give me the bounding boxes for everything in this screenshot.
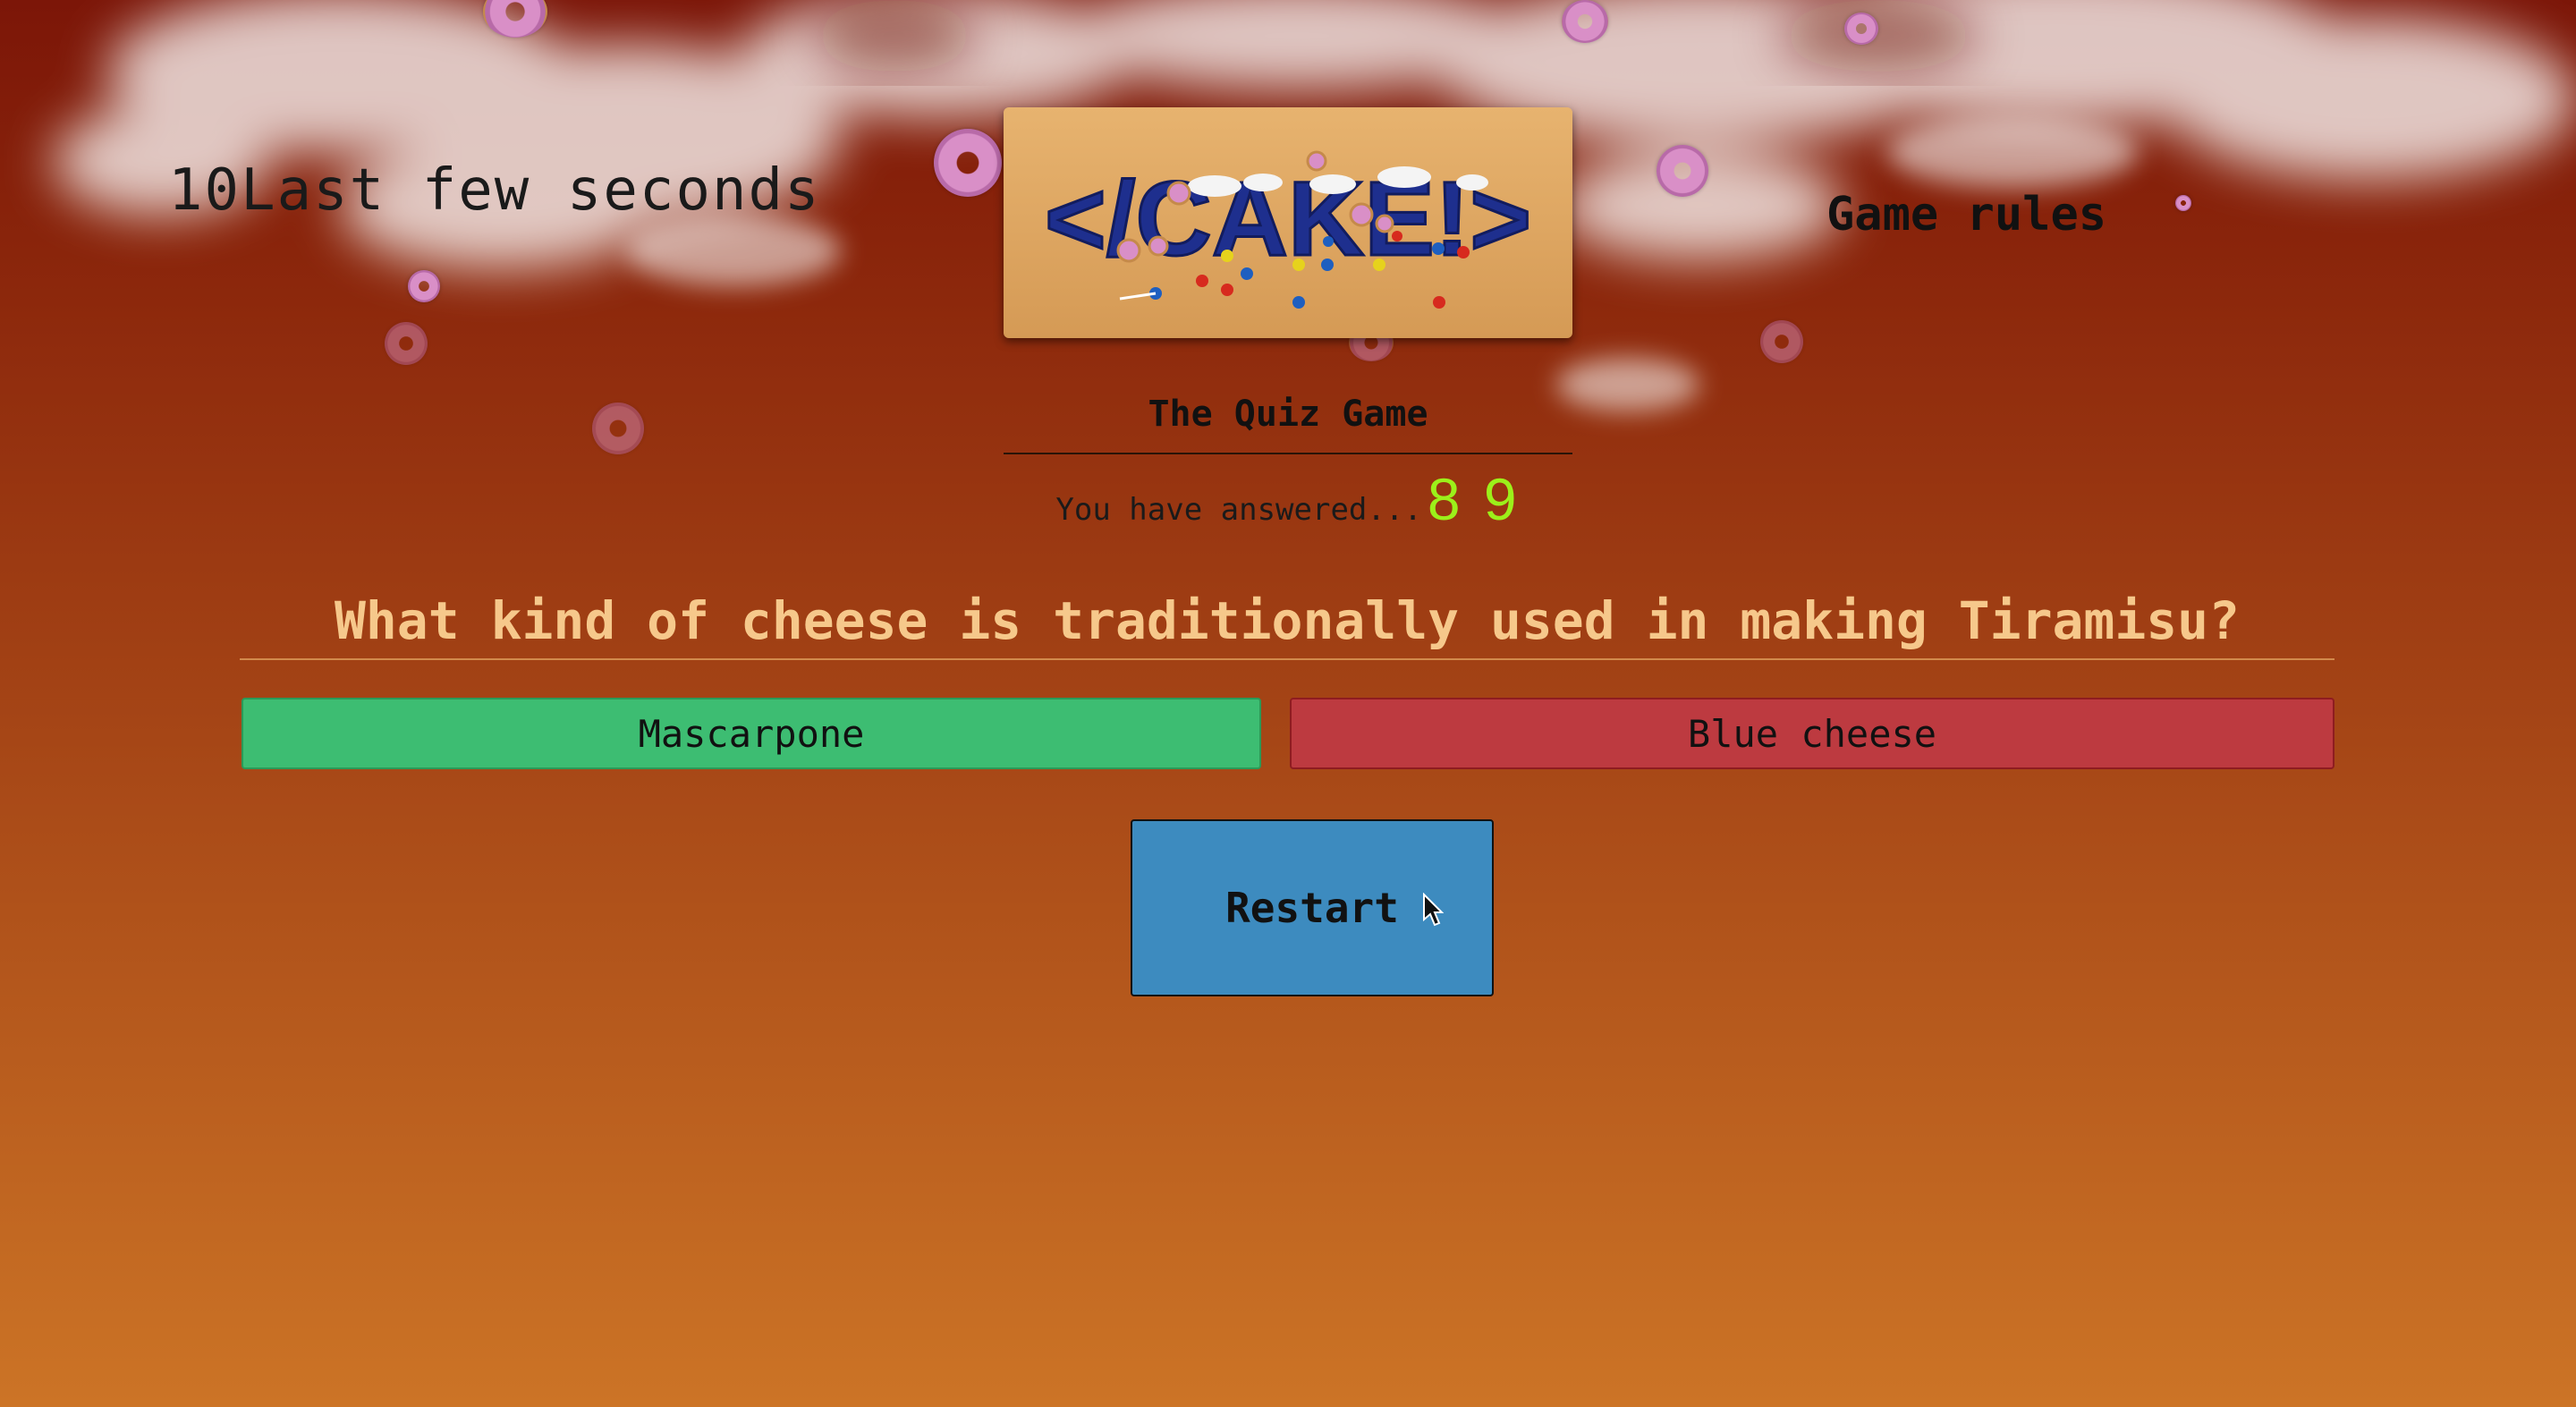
answered-progress: You have answered...8 9 [1004, 465, 1572, 533]
donut-decoration [1657, 145, 1708, 197]
answer-option-correct[interactable]: Mascarpone [242, 698, 1261, 769]
mouse-cursor-icon [1423, 893, 1444, 927]
countdown-timer: 10Last few seconds [168, 157, 821, 224]
donut-decoration [2175, 195, 2191, 211]
timer-seconds: 10 [168, 157, 242, 224]
cake-logo: </CAKE!> [1004, 107, 1572, 338]
cake-logo-image: </CAKE!> [1004, 107, 1572, 338]
donut-decoration [483, 0, 547, 38]
game-rules-link[interactable]: Game rules [1826, 188, 2106, 242]
logo-text: </CAKE!> [1045, 160, 1531, 278]
game-title: The Quiz Game [1004, 394, 1572, 454]
question-text: What kind of cheese is traditionally use… [240, 590, 2334, 660]
donut-decoration [385, 322, 428, 365]
donut-decoration [934, 129, 1002, 197]
answer-option-wrong[interactable]: Blue cheese [1290, 698, 2334, 769]
timer-label: Last few seconds [241, 157, 821, 224]
answered-label: You have answered... [1055, 492, 1422, 528]
donut-decoration [1760, 320, 1803, 363]
donut-decoration [1844, 13, 1878, 45]
answered-count: 8 9 [1428, 466, 1521, 532]
donut-decoration [592, 403, 644, 454]
donut-decoration [1562, 0, 1608, 43]
total-value: 9 [1483, 466, 1521, 532]
donut-decoration [408, 270, 440, 302]
answered-value: 8 [1427, 466, 1464, 532]
